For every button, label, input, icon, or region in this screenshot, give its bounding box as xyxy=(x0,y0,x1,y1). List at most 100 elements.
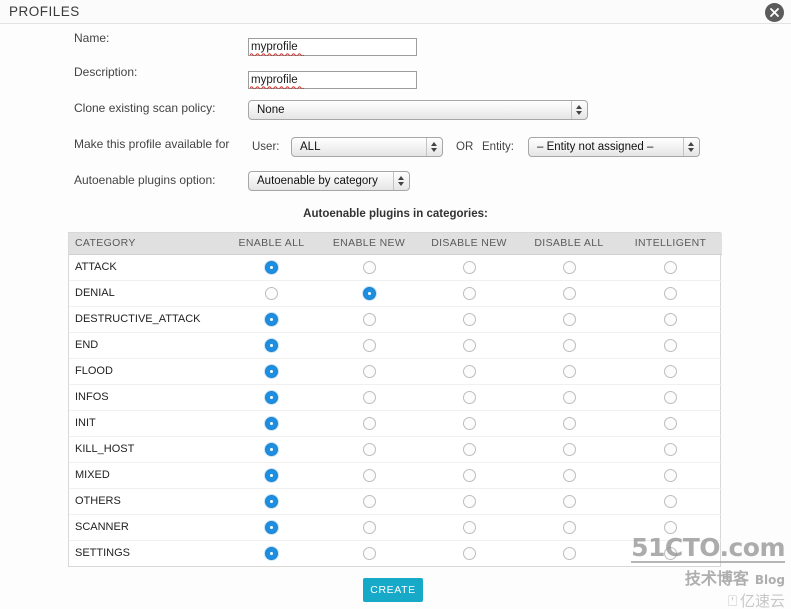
radio-enable-new[interactable] xyxy=(362,416,376,430)
clone-policy-value: None xyxy=(257,104,285,116)
radio-disable-new[interactable] xyxy=(462,546,476,560)
entity-select[interactable]: – Entity not assigned – xyxy=(528,137,700,157)
radio-enable-new[interactable] xyxy=(362,520,376,534)
radio-intelligent[interactable] xyxy=(664,546,677,560)
watermark-cloud-text: 亿速云 xyxy=(739,592,785,609)
radio-enable-all[interactable] xyxy=(265,468,278,482)
cell-disable-new xyxy=(419,539,519,566)
cell-disable-all xyxy=(519,305,619,332)
radio-enable-all[interactable] xyxy=(265,416,278,430)
stepper-arrows-icon[interactable] xyxy=(683,138,698,156)
create-button[interactable]: CREATE xyxy=(363,578,423,602)
close-icon[interactable] xyxy=(765,3,784,22)
radio-enable-all[interactable] xyxy=(265,286,278,300)
watermark-tagline: 技术博客 Blog xyxy=(631,565,785,589)
radio-disable-new[interactable] xyxy=(462,364,476,378)
table-row: DENIAL xyxy=(69,279,722,306)
radio-intelligent[interactable] xyxy=(664,286,677,300)
radio-enable-all[interactable] xyxy=(265,520,278,534)
radio-disable-new[interactable] xyxy=(462,442,476,456)
description-input[interactable] xyxy=(248,71,417,89)
cell-disable-new xyxy=(419,357,519,384)
cell-disable-new xyxy=(419,305,519,332)
radio-intelligent[interactable] xyxy=(664,442,677,456)
radio-disable-all[interactable] xyxy=(562,546,576,560)
radio-enable-new[interactable] xyxy=(362,546,376,560)
cell-enable-new xyxy=(319,331,419,358)
radio-disable-all[interactable] xyxy=(562,416,576,430)
stepper-arrows-icon[interactable] xyxy=(393,172,408,190)
radio-enable-new[interactable] xyxy=(362,338,376,352)
form-row-description: Description: xyxy=(0,58,791,90)
radio-disable-new[interactable] xyxy=(462,286,476,300)
cell-enable-all xyxy=(224,357,319,384)
radio-disable-all[interactable] xyxy=(562,286,576,300)
radio-enable-all[interactable] xyxy=(265,364,278,378)
radio-enable-all[interactable] xyxy=(265,312,278,326)
name-input[interactable] xyxy=(248,38,417,56)
radio-disable-new[interactable] xyxy=(462,520,476,534)
radio-disable-all[interactable] xyxy=(562,364,576,378)
radio-intelligent[interactable] xyxy=(664,260,677,274)
cell-intelligent xyxy=(619,357,722,384)
radio-enable-new[interactable] xyxy=(362,468,376,482)
radio-disable-new[interactable] xyxy=(462,260,476,274)
radio-intelligent[interactable] xyxy=(664,494,677,508)
radio-enable-new[interactable] xyxy=(362,390,376,404)
radio-enable-all[interactable] xyxy=(265,546,278,560)
profile-form: Name: Description: Clone existing scan p… xyxy=(0,24,791,196)
stepper-arrows-icon[interactable] xyxy=(571,101,586,119)
category-name: KILL_HOST xyxy=(69,435,224,462)
table-row: OTHERS xyxy=(69,487,722,514)
radio-enable-new[interactable] xyxy=(362,312,376,326)
radio-intelligent[interactable] xyxy=(664,312,677,326)
radio-enable-new[interactable] xyxy=(362,260,376,274)
autoenable-label: Autoenable plugins option: xyxy=(74,173,216,187)
radio-intelligent[interactable] xyxy=(664,520,677,534)
radio-disable-all[interactable] xyxy=(562,390,576,404)
cell-enable-new xyxy=(319,487,419,514)
entity-value: – Entity not assigned – xyxy=(537,141,654,153)
radio-enable-new[interactable] xyxy=(362,494,376,508)
form-row-clone-policy: Clone existing scan policy: None xyxy=(0,90,791,126)
category-name: FLOOD xyxy=(69,357,224,384)
cell-disable-new xyxy=(419,279,519,306)
stepper-arrows-icon[interactable] xyxy=(426,138,441,156)
clone-policy-select[interactable]: None xyxy=(248,100,588,120)
user-select[interactable]: ALL xyxy=(291,137,443,157)
radio-enable-new[interactable] xyxy=(362,442,376,456)
radio-enable-all[interactable] xyxy=(265,494,278,508)
radio-disable-new[interactable] xyxy=(462,468,476,482)
radio-disable-all[interactable] xyxy=(562,442,576,456)
radio-disable-new[interactable] xyxy=(462,416,476,430)
autoenable-select[interactable]: Autoenable by category xyxy=(248,171,410,191)
cell-enable-new xyxy=(319,279,419,306)
radio-intelligent[interactable] xyxy=(664,468,677,482)
radio-intelligent[interactable] xyxy=(664,390,677,404)
radio-disable-all[interactable] xyxy=(562,520,576,534)
radio-disable-new[interactable] xyxy=(462,338,476,352)
radio-disable-all[interactable] xyxy=(562,260,576,274)
radio-disable-new[interactable] xyxy=(462,390,476,404)
radio-intelligent[interactable] xyxy=(664,416,677,430)
cell-disable-all xyxy=(519,487,619,514)
col-header-disable-all: DISABLE ALL xyxy=(519,233,619,255)
radio-intelligent[interactable] xyxy=(664,364,677,378)
radio-disable-all[interactable] xyxy=(562,312,576,326)
cell-enable-all xyxy=(224,461,319,488)
radio-enable-new[interactable] xyxy=(362,286,376,300)
radio-enable-all[interactable] xyxy=(265,260,278,274)
radio-disable-all[interactable] xyxy=(562,338,576,352)
cell-intelligent xyxy=(619,435,722,462)
radio-disable-all[interactable] xyxy=(562,494,576,508)
radio-disable-all[interactable] xyxy=(562,468,576,482)
radio-enable-all[interactable] xyxy=(265,390,278,404)
radio-disable-new[interactable] xyxy=(462,312,476,326)
radio-intelligent[interactable] xyxy=(664,338,677,352)
category-table: CATEGORY ENABLE ALL ENABLE NEW DISABLE N… xyxy=(69,233,722,566)
radio-enable-all[interactable] xyxy=(265,442,278,456)
radio-enable-all[interactable] xyxy=(265,338,278,352)
radio-disable-new[interactable] xyxy=(462,494,476,508)
radio-enable-new[interactable] xyxy=(362,364,376,378)
watermark-cloud: ⍞ 亿速云 xyxy=(631,590,785,609)
